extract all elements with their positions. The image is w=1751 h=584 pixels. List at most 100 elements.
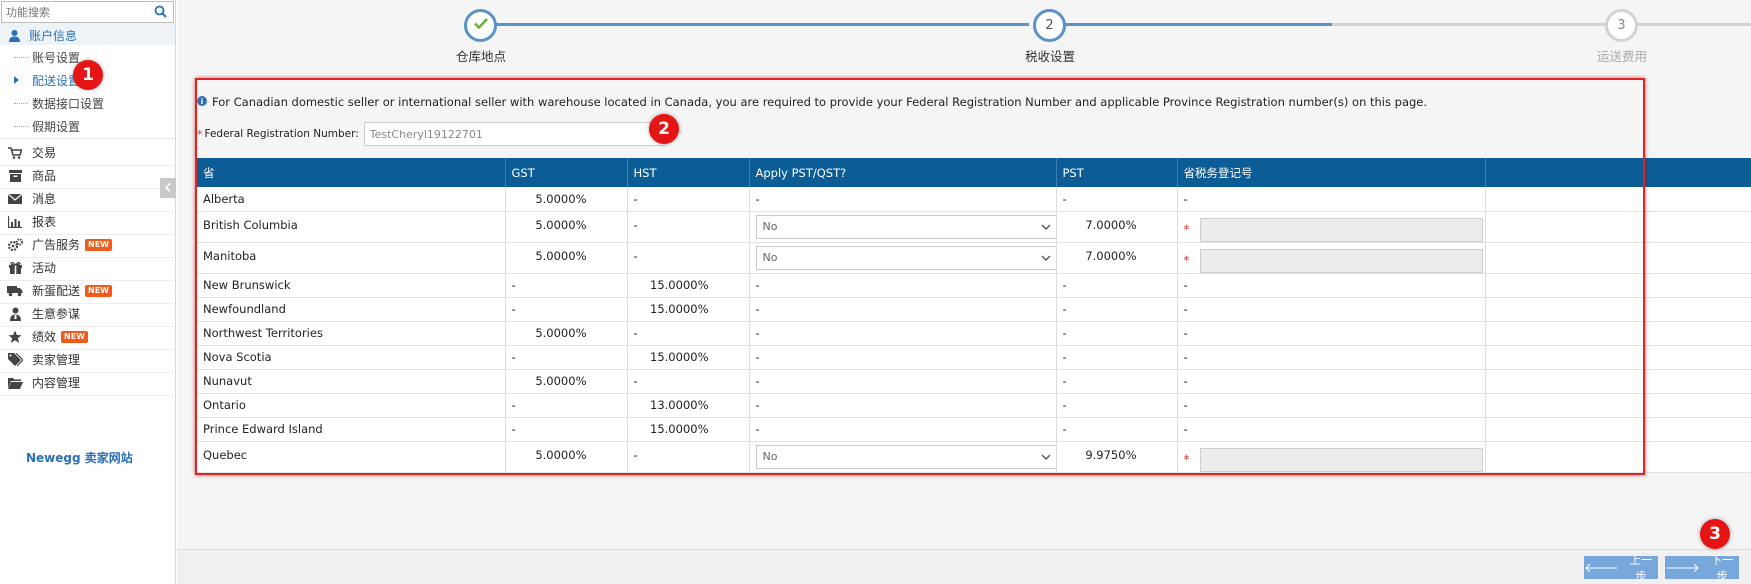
sidebar-item-label: 绩效: [32, 330, 57, 344]
sidebar-collapse-button[interactable]: [160, 178, 176, 198]
pst-cell: -: [1056, 345, 1178, 370]
apply-cell: No: [749, 211, 1058, 243]
newegg-seller-site-link[interactable]: Newegg 卖家网站: [26, 449, 133, 466]
check-icon: [473, 18, 488, 33]
apply-pst-select[interactable]: No: [755, 444, 1058, 469]
chevron-left-icon: [164, 181, 171, 195]
function-search[interactable]: [1, 1, 174, 23]
apply-cell: -: [749, 369, 1057, 394]
hst-cell: -: [627, 187, 750, 212]
select-value: No: [762, 251, 778, 264]
column-header: Apply PST/QST?: [749, 158, 1057, 187]
chevron-down-icon: [1041, 450, 1051, 463]
apply-cell: -: [749, 393, 1057, 418]
pst-cell: -: [1056, 187, 1178, 212]
apply-cell: -: [749, 297, 1057, 322]
apply-pst-select[interactable]: No: [755, 214, 1058, 239]
province-tax-table: 省 GST HST Apply PST/QST? PST 省税务登记号 Albe…: [197, 158, 1751, 473]
table-row: Newfoundland - 15.0000% - - -: [197, 297, 1751, 322]
annotation-marker-3: 3: [1700, 519, 1730, 549]
step-number: 3: [1617, 18, 1626, 33]
hst-cell: -: [627, 321, 750, 346]
gst-cell: -: [505, 345, 628, 370]
truck-icon: [6, 285, 24, 297]
sidebar-item-content-management[interactable]: 内容管理: [0, 370, 175, 396]
apply-cell: -: [749, 187, 1057, 212]
apply-cell: -: [749, 417, 1057, 442]
column-header: GST: [505, 158, 628, 187]
active-arrow-icon: [14, 76, 19, 84]
province-cell: British Columbia: [197, 211, 506, 243]
hst-cell: 13.0000%: [627, 393, 750, 418]
bar-chart-icon: [6, 215, 24, 228]
apply-cell: No: [749, 441, 1058, 473]
tags-icon: [6, 353, 24, 366]
step-2-label: 税收设置: [1024, 49, 1075, 64]
reg-cell: *: [1177, 242, 1486, 274]
sidebar-item-label: 报表: [32, 215, 57, 229]
hst-cell: -: [627, 441, 750, 473]
sidebar-item-holiday-settings[interactable]: 假期设置: [0, 114, 175, 139]
search-icon[interactable]: [154, 5, 167, 21]
sidebar-item-data-api-settings[interactable]: 数据接口设置: [0, 91, 175, 116]
apply-pst-select[interactable]: No: [755, 245, 1058, 270]
table-row: Ontario - 13.0000% - - -: [197, 393, 1751, 418]
federal-registration-input[interactable]: [363, 122, 666, 146]
sidebar-item-label: 新蛋配送: [32, 284, 81, 298]
step-1-circle[interactable]: [464, 9, 497, 42]
hst-cell: 15.0000%: [627, 417, 750, 442]
next-step-button[interactable]: 🡒 下一步: [1665, 555, 1739, 583]
reg-cell: *: [1177, 441, 1486, 473]
sidebar-item-label: 卖家管理: [32, 353, 81, 367]
sidebar-item-label: 消息: [32, 192, 57, 206]
previous-step-button[interactable]: 🡐 上一步: [1584, 555, 1658, 583]
gst-cell: -: [505, 273, 628, 298]
select-value: No: [762, 450, 778, 463]
pst-cell: 9.9750%: [1056, 441, 1178, 473]
hst-cell: 15.0000%: [627, 273, 750, 298]
pst-cell: -: [1056, 369, 1178, 394]
reg-cell: -: [1177, 321, 1486, 346]
step-2-circle: 2: [1033, 9, 1066, 42]
table-row: Northwest Territories 5.0000% - - - -: [197, 321, 1751, 346]
hst-cell: 15.0000%: [627, 297, 750, 322]
province-cell: Nova Scotia: [197, 345, 506, 370]
new-badge: NEW: [85, 284, 112, 297]
search-input[interactable]: [2, 2, 142, 22]
new-badge: NEW: [61, 330, 88, 343]
sidebar-section-label: 账户信息: [29, 29, 78, 43]
province-cell: New Brunswick: [197, 273, 506, 298]
arrow-right-icon: 🡒: [1665, 559, 1700, 575]
pst-cell: -: [1056, 273, 1178, 298]
pst-cell: 7.0000%: [1056, 211, 1178, 243]
province-cell: Newfoundland: [197, 297, 506, 322]
step-connector-partial: [1062, 23, 1332, 26]
pst-cell: -: [1056, 321, 1178, 346]
column-header: PST: [1056, 158, 1178, 187]
reg-cell: -: [1177, 273, 1486, 298]
province-registration-input[interactable]: [1199, 217, 1483, 242]
province-cell: Prince Edward Island: [197, 417, 506, 442]
province-cell: Northwest Territories: [197, 321, 506, 346]
button-label: 下一步: [1710, 554, 1734, 583]
required-mark: *: [1183, 452, 1190, 466]
table-row: Nova Scotia - 15.0000% - - -: [197, 345, 1751, 370]
hst-cell: -: [627, 211, 750, 243]
province-registration-input[interactable]: [1199, 248, 1483, 273]
gst-cell: 5.0000%: [505, 211, 628, 243]
pst-cell: -: [1056, 417, 1178, 442]
box-icon: [6, 169, 24, 182]
sidebar-item-label: 假期设置: [32, 119, 81, 134]
province-registration-input[interactable]: [1199, 447, 1483, 472]
tax-settings-panel: For Canadian domestic seller or internat…: [197, 78, 1751, 504]
star-icon: [6, 330, 24, 344]
table-row: British Columbia 5.0000% - No 7.0000% *: [197, 211, 1751, 243]
step-3-circle: 3: [1605, 9, 1638, 42]
step-connector-pending: [1332, 23, 1751, 26]
gst-cell: -: [505, 393, 628, 418]
table-row: Nunavut 5.0000% - - - -: [197, 369, 1751, 394]
folder-icon: [6, 377, 24, 389]
gst-cell: -: [505, 417, 628, 442]
annotation-marker-1: 1: [73, 60, 103, 90]
column-header: 省税务登记号: [1177, 158, 1486, 187]
